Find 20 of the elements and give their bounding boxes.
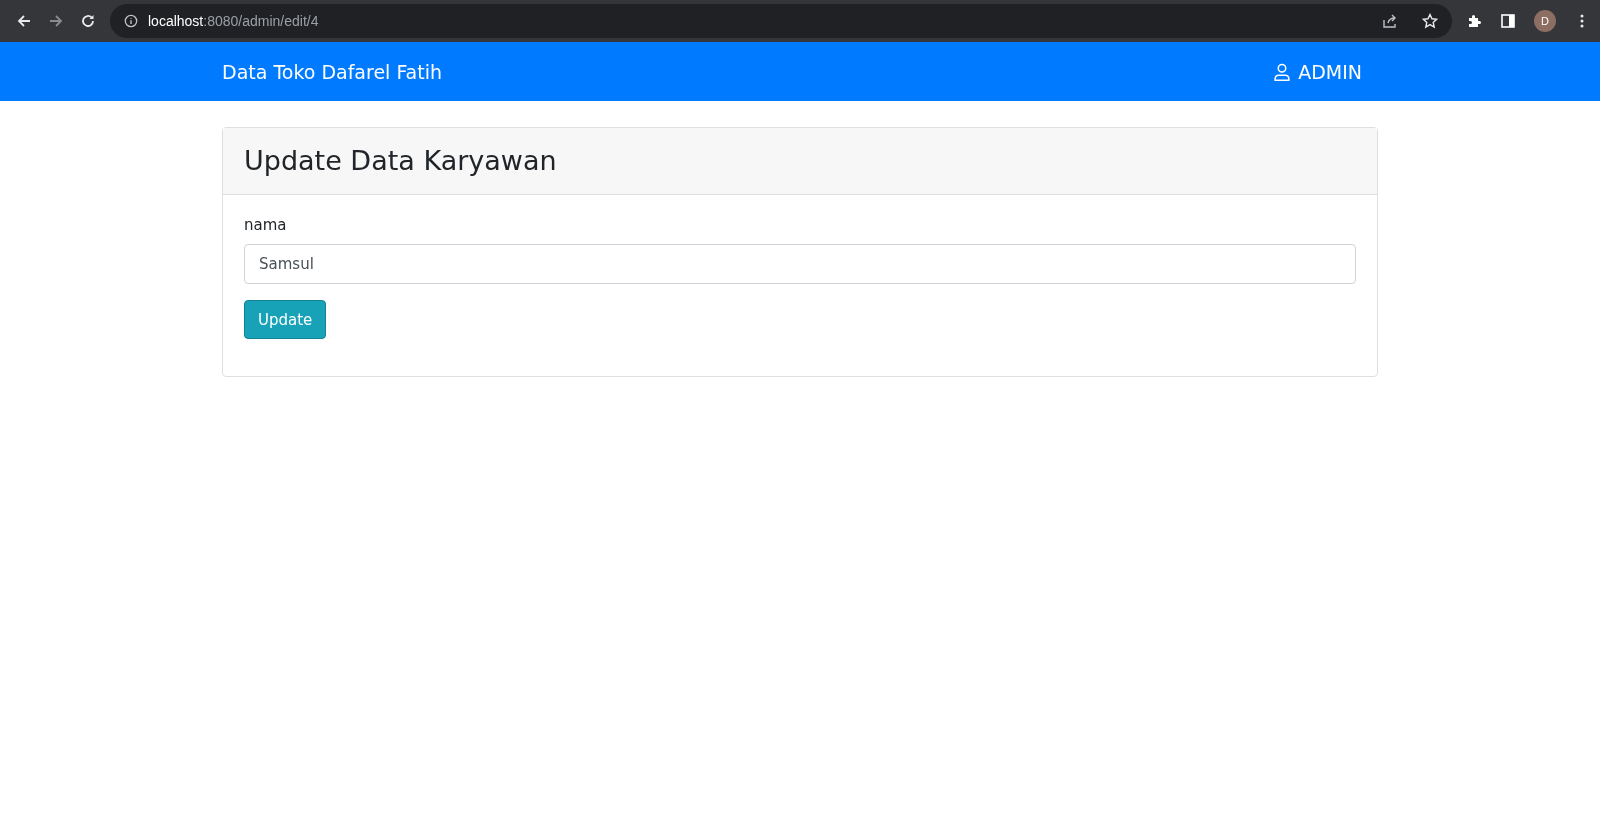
field-label: nama xyxy=(244,216,288,234)
address-bar[interactable]: localhost:8080/admin/edit/4 xyxy=(110,4,1452,38)
profile-avatar[interactable]: D xyxy=(1534,10,1556,32)
back-icon[interactable] xyxy=(16,13,32,29)
forward-icon[interactable] xyxy=(48,13,64,29)
url-path: :8080/admin/edit/4 xyxy=(203,13,319,29)
user-link[interactable]: ADMIN xyxy=(1272,60,1362,83)
star-icon[interactable] xyxy=(1422,13,1438,29)
card-title: Update Data Karyawan xyxy=(244,144,558,178)
brand-link[interactable]: Data Toko Dafarel Fatih xyxy=(222,60,442,83)
side-panel-icon[interactable] xyxy=(1500,13,1516,29)
reload-icon[interactable] xyxy=(80,13,96,29)
info-icon[interactable] xyxy=(124,14,138,28)
input-field[interactable]: Samsul xyxy=(244,244,1356,284)
share-icon[interactable] xyxy=(1382,13,1398,29)
user-name: ADMIN xyxy=(1298,60,1362,83)
url-host: localhost xyxy=(148,13,204,29)
user-icon xyxy=(1272,61,1293,82)
update-button[interactable]: Update xyxy=(244,300,327,339)
puzzle-icon[interactable] xyxy=(1466,13,1482,29)
